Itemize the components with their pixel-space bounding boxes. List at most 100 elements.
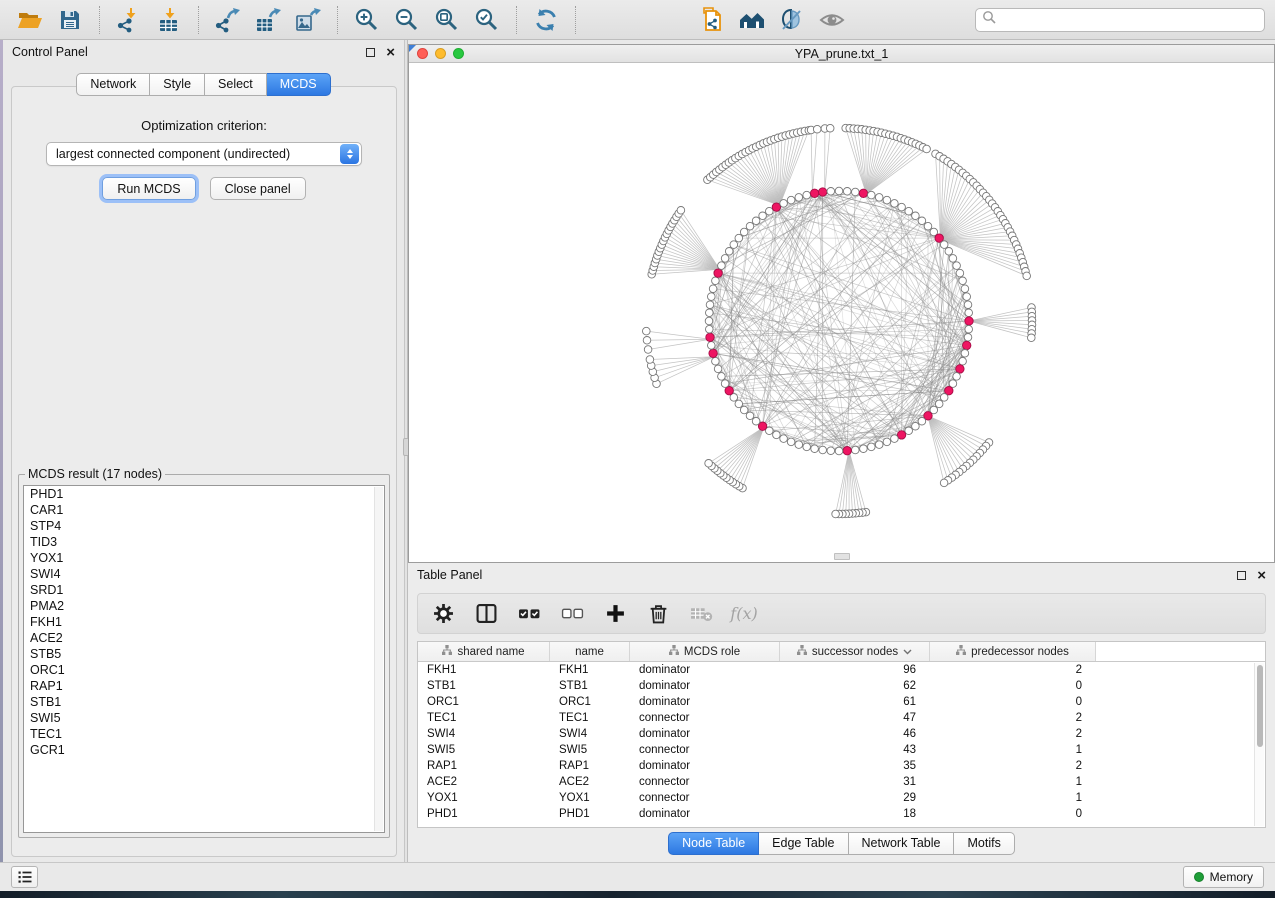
table-tab-network-table[interactable]: Network Table <box>849 832 955 855</box>
cell-name[interactable]: SWI5 <box>550 742 630 758</box>
close-panel-icon[interactable]: × <box>386 48 395 57</box>
table-tab-node-table[interactable]: Node Table <box>668 832 759 855</box>
cell-shared-name[interactable]: FKH1 <box>418 662 550 678</box>
mcds-result-item[interactable]: PHD1 <box>24 486 384 502</box>
cell-successor-nodes[interactable]: 47 <box>780 710 930 726</box>
cell-predecessor-nodes[interactable]: 0 <box>930 694 1096 710</box>
mcds-result-list[interactable]: PHD1CAR1STP4TID3YOX1SWI4SRD1PMA2FKH1ACE2… <box>23 485 385 833</box>
cell-shared-name[interactable]: RAP1 <box>418 758 550 774</box>
mcds-result-item[interactable]: STB1 <box>24 694 384 710</box>
column-header-name[interactable]: name <box>550 642 630 661</box>
column-header-shared-name[interactable]: shared name <box>418 642 550 661</box>
open-session-icon[interactable] <box>15 5 45 35</box>
zoom-in-icon[interactable] <box>352 5 382 35</box>
mcds-result-item[interactable]: SRD1 <box>24 582 384 598</box>
tab-network[interactable]: Network <box>76 73 150 96</box>
table-row[interactable]: YOX1YOX1connector291 <box>418 790 1265 806</box>
mcds-list-scrollbar[interactable] <box>374 487 383 831</box>
table-tab-edge-table[interactable]: Edge Table <box>759 832 848 855</box>
cell-successor-nodes[interactable]: 35 <box>780 758 930 774</box>
cell-name[interactable]: STB1 <box>550 678 630 694</box>
table-row[interactable]: RAP1RAP1dominator352 <box>418 758 1265 774</box>
tab-select[interactable]: Select <box>205 73 267 96</box>
cell-successor-nodes[interactable]: 18 <box>780 806 930 822</box>
cell-mcds-role[interactable]: dominator <box>630 678 780 694</box>
apply-layout-icon[interactable] <box>531 5 561 35</box>
table-scrollbar[interactable] <box>1254 663 1264 826</box>
cell-name[interactable]: YOX1 <box>550 790 630 806</box>
cell-successor-nodes[interactable]: 43 <box>780 742 930 758</box>
column-header-successor-nodes[interactable]: successor nodes <box>780 642 930 661</box>
cell-name[interactable]: FKH1 <box>550 662 630 678</box>
table-row[interactable]: ORC1ORC1dominator610 <box>418 694 1265 710</box>
cell-shared-name[interactable]: PHD1 <box>418 806 550 822</box>
mcds-result-item[interactable]: STB5 <box>24 646 384 662</box>
tab-mcds[interactable]: MCDS <box>267 73 331 96</box>
cell-shared-name[interactable]: ACE2 <box>418 774 550 790</box>
mcds-result-item[interactable]: ORC1 <box>24 662 384 678</box>
memory-button[interactable]: Memory <box>1183 866 1264 888</box>
table-row[interactable]: SWI4SWI4dominator462 <box>418 726 1265 742</box>
cell-name[interactable]: SWI4 <box>550 726 630 742</box>
cell-name[interactable]: PHD1 <box>550 806 630 822</box>
cell-mcds-role[interactable]: connector <box>630 710 780 726</box>
cell-predecessor-nodes[interactable]: 0 <box>930 678 1096 694</box>
run-mcds-button[interactable]: Run MCDS <box>102 177 195 200</box>
cell-mcds-role[interactable]: connector <box>630 790 780 806</box>
mcds-result-item[interactable]: TEC1 <box>24 726 384 742</box>
cell-predecessor-nodes[interactable]: 2 <box>930 710 1096 726</box>
table-tab-motifs[interactable]: Motifs <box>954 832 1014 855</box>
select-all-icon[interactable] <box>516 601 542 627</box>
tab-style[interactable]: Style <box>150 73 205 96</box>
mcds-result-item[interactable]: ACE2 <box>24 630 384 646</box>
cell-shared-name[interactable]: SWI4 <box>418 726 550 742</box>
cell-successor-nodes[interactable]: 46 <box>780 726 930 742</box>
cell-name[interactable]: ACE2 <box>550 774 630 790</box>
cell-shared-name[interactable]: SWI5 <box>418 742 550 758</box>
settings-gear-icon[interactable] <box>430 601 456 627</box>
cell-successor-nodes[interactable]: 61 <box>780 694 930 710</box>
mcds-result-item[interactable]: STP4 <box>24 518 384 534</box>
cell-predecessor-nodes[interactable]: 2 <box>930 662 1096 678</box>
network-window-titlebar[interactable]: YPA_prune.txt_1 <box>409 45 1274 63</box>
task-history-button[interactable] <box>11 866 38 888</box>
close-panel-button[interactable]: Close panel <box>210 177 306 200</box>
table-row[interactable]: TEC1TEC1connector472 <box>418 710 1265 726</box>
network-from-selection-icon[interactable] <box>697 5 727 35</box>
export-table-icon[interactable] <box>253 5 283 35</box>
table-row[interactable]: STB1STB1dominator620 <box>418 678 1265 694</box>
cell-shared-name[interactable]: YOX1 <box>418 790 550 806</box>
mcds-result-item[interactable]: GCR1 <box>24 742 384 758</box>
cell-name[interactable]: RAP1 <box>550 758 630 774</box>
cell-predecessor-nodes[interactable]: 2 <box>930 758 1096 774</box>
deselect-all-icon[interactable] <box>559 601 585 627</box>
network-canvas[interactable] <box>409 63 1274 562</box>
cell-name[interactable]: ORC1 <box>550 694 630 710</box>
cell-name[interactable]: TEC1 <box>550 710 630 726</box>
table-row[interactable]: FKH1FKH1dominator962 <box>418 662 1265 678</box>
mcds-result-item[interactable]: CAR1 <box>24 502 384 518</box>
cell-shared-name[interactable]: TEC1 <box>418 710 550 726</box>
mcds-result-item[interactable]: RAP1 <box>24 678 384 694</box>
search-input[interactable] <box>1001 13 1258 27</box>
cell-shared-name[interactable]: ORC1 <box>418 694 550 710</box>
save-session-icon[interactable] <box>55 5 85 35</box>
cell-successor-nodes[interactable]: 29 <box>780 790 930 806</box>
export-image-icon[interactable] <box>293 5 323 35</box>
delete-column-icon[interactable] <box>645 601 671 627</box>
cell-mcds-role[interactable]: dominator <box>630 662 780 678</box>
mcds-result-item[interactable]: SWI5 <box>24 710 384 726</box>
add-column-icon[interactable] <box>602 601 628 627</box>
cell-predecessor-nodes[interactable]: 0 <box>930 806 1096 822</box>
export-network-icon[interactable] <box>213 5 243 35</box>
zoom-out-icon[interactable] <box>392 5 422 35</box>
mcds-result-item[interactable]: SWI4 <box>24 566 384 582</box>
split-panel-icon[interactable] <box>473 601 499 627</box>
cell-successor-nodes[interactable]: 31 <box>780 774 930 790</box>
table-scrollbar-thumb[interactable] <box>1257 665 1263 747</box>
graphics-details-icon[interactable] <box>777 5 807 35</box>
cell-predecessor-nodes[interactable]: 1 <box>930 742 1096 758</box>
cell-predecessor-nodes[interactable]: 1 <box>930 790 1096 806</box>
close-panel-icon[interactable]: × <box>1257 571 1266 580</box>
cell-mcds-role[interactable]: dominator <box>630 758 780 774</box>
